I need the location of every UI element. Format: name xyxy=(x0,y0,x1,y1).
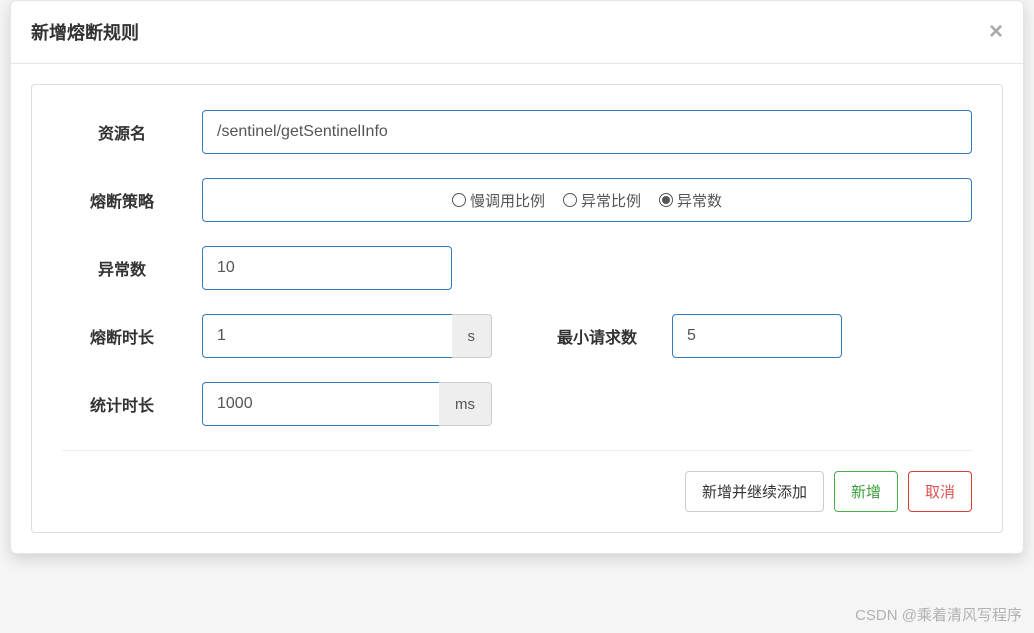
row-strategy: 熔断策略 慢调用比例 异常比例 异常数 xyxy=(62,178,972,222)
label-exception-count: 异常数 xyxy=(62,256,182,280)
radio-exception-count[interactable]: 异常数 xyxy=(659,190,722,211)
label-break-duration: 熔断时长 xyxy=(62,324,182,348)
cancel-button[interactable]: 取消 xyxy=(908,471,972,512)
footer-buttons: 新增并继续添加 新增 取消 xyxy=(62,471,972,512)
add-button[interactable]: 新增 xyxy=(834,471,898,512)
radio-label: 慢调用比例 xyxy=(470,190,545,211)
close-icon[interactable]: × xyxy=(989,20,1003,44)
radio-icon xyxy=(659,193,673,207)
label-strategy: 熔断策略 xyxy=(62,188,182,212)
radio-label: 异常比例 xyxy=(581,190,641,211)
row-stat-duration: 统计时长 ms xyxy=(62,382,972,426)
input-stat-duration[interactable] xyxy=(202,382,439,426)
input-exception-count[interactable] xyxy=(202,246,452,290)
modal-header: 新增熔断规则 × xyxy=(11,1,1023,64)
radio-slow-ratio[interactable]: 慢调用比例 xyxy=(452,190,545,211)
add-continue-button[interactable]: 新增并继续添加 xyxy=(685,471,824,512)
row-exception-count: 异常数 xyxy=(62,246,972,290)
modal-dialog: 新增熔断规则 × 资源名 熔断策略 慢调用比例 异常比例 xyxy=(10,0,1024,554)
row-break-duration: 熔断时长 s 最小请求数 xyxy=(62,314,972,358)
radio-exception-ratio[interactable]: 异常比例 xyxy=(563,190,641,211)
input-resource[interactable] xyxy=(202,110,972,154)
watermark: CSDN @乘着清风写程序 xyxy=(855,604,1022,625)
modal-title: 新增熔断规则 xyxy=(31,19,139,45)
radio-icon xyxy=(563,193,577,207)
unit-seconds: s xyxy=(452,314,493,358)
radio-group-strategy: 慢调用比例 异常比例 异常数 xyxy=(202,178,972,222)
row-resource: 资源名 xyxy=(62,110,972,154)
divider xyxy=(62,450,972,451)
input-group-stat-duration: ms xyxy=(202,382,492,426)
label-min-request: 最小请求数 xyxy=(542,324,652,348)
input-min-request[interactable] xyxy=(672,314,842,358)
radio-label: 异常数 xyxy=(677,190,722,211)
label-resource: 资源名 xyxy=(62,120,182,144)
radio-icon xyxy=(452,193,466,207)
input-break-duration[interactable] xyxy=(202,314,452,358)
modal-body: 资源名 熔断策略 慢调用比例 异常比例 异常数 xyxy=(11,64,1023,553)
input-group-break-duration: s xyxy=(202,314,492,358)
label-stat-duration: 统计时长 xyxy=(62,392,182,416)
unit-ms: ms xyxy=(439,382,492,426)
form-panel: 资源名 熔断策略 慢调用比例 异常比例 异常数 xyxy=(31,84,1003,533)
